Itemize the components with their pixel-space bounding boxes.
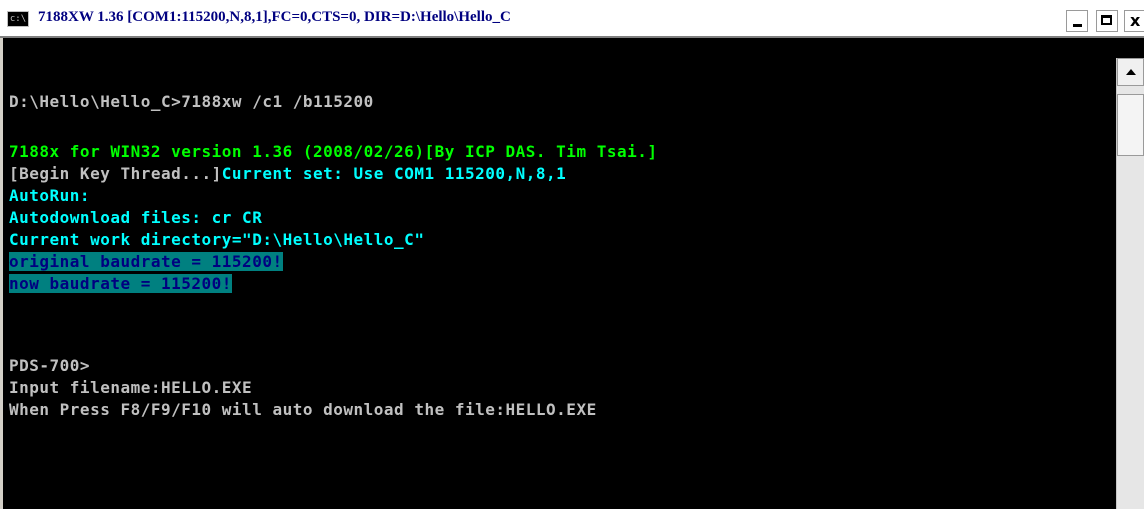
- vertical-scrollbar[interactable]: [1116, 58, 1144, 509]
- title-bar[interactable]: c:\ 7188XW 1.36 [COM1:115200,N,8,1],FC=0…: [0, 0, 1144, 38]
- arrow-up-icon: [1126, 69, 1136, 75]
- minimize-button[interactable]: [1066, 10, 1088, 32]
- current-set-text: Current set: Use COM1 115200,N,8,1: [221, 164, 567, 183]
- console-line-work-directory: Current work directory="D:\Hello\Hello_C…: [9, 230, 425, 249]
- console-line-input-filename: Input filename:HELLO.EXE: [9, 378, 253, 397]
- console-line-thread-status: [Begin Key Thread...]Current set: Use CO…: [9, 164, 566, 184]
- console-app-icon[interactable]: c:\: [7, 11, 29, 27]
- console-line-command: D:\Hello\Hello_C>7188xw /c1 /b115200: [9, 92, 374, 111]
- maximize-button[interactable]: [1096, 10, 1118, 32]
- console-line-original-baudrate: original baudrate = 115200!: [9, 252, 283, 272]
- console-line-prompt: PDS-700>: [9, 356, 91, 375]
- selected-text: original baudrate = 115200!: [9, 252, 283, 271]
- minimize-icon: [1073, 24, 1082, 27]
- console-line-autodownload: Autodownload files: cr CR: [9, 208, 263, 227]
- selected-text: now baudrate = 115200!: [9, 274, 232, 293]
- console-line-version: 7188x for WIN32 version 1.36 (2008/02/26…: [9, 142, 658, 161]
- close-button[interactable]: x: [1124, 10, 1144, 32]
- close-icon: x: [1130, 11, 1141, 30]
- maximize-icon: [1101, 15, 1112, 25]
- console-window: c:\ 7188XW 1.36 [COM1:115200,N,8,1],FC=0…: [0, 0, 1144, 509]
- scroll-thumb[interactable]: [1117, 94, 1144, 156]
- key-thread-text: [Begin Key Thread...]: [9, 164, 222, 183]
- console-line-hotkey-info: When Press F8/F9/F10 will auto download …: [9, 400, 597, 419]
- console-line-now-baudrate: now baudrate = 115200!: [9, 274, 232, 294]
- scroll-up-button[interactable]: [1117, 58, 1144, 86]
- window-title: 7188XW 1.36 [COM1:115200,N,8,1],FC=0,CTS…: [38, 9, 511, 25]
- console-line-autorun: AutoRun:: [9, 186, 91, 205]
- console-output[interactable]: D:\Hello\Hello_C>7188xw /c1 /b115200 718…: [0, 38, 1116, 509]
